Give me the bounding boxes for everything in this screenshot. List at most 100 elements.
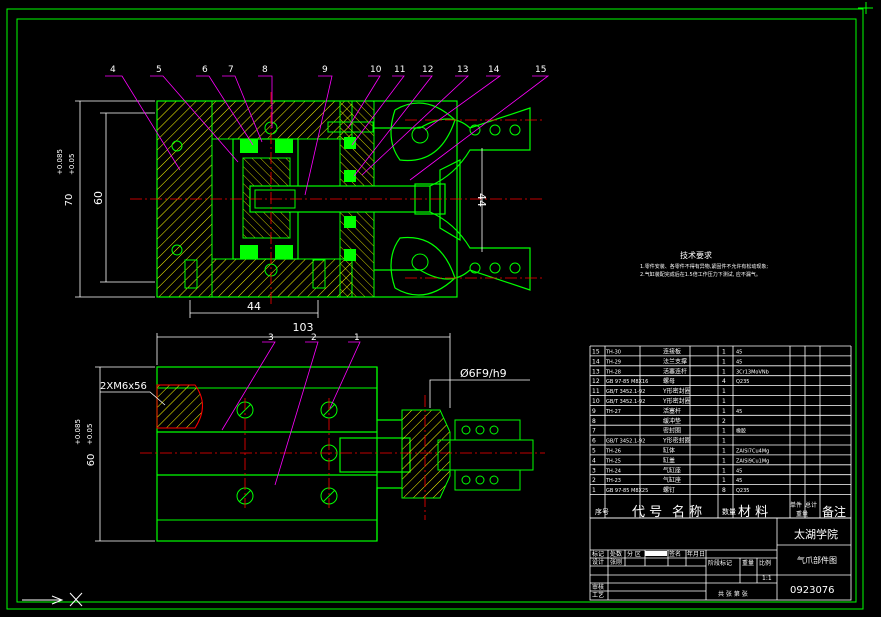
callout-12: 12	[422, 65, 433, 75]
tb-weight: 重量	[742, 559, 754, 567]
bom-cell: 螺钉	[663, 486, 675, 494]
bom-cell: 1	[722, 438, 726, 445]
callout-13: 13	[457, 65, 468, 75]
dim-bore-44: 44	[475, 193, 488, 207]
bom-cell: 3	[592, 467, 596, 474]
bom-header-remark: 备注	[822, 504, 846, 519]
tb-scale: 比例	[759, 559, 771, 567]
bom-cell: 13	[592, 368, 600, 375]
dim-fit: Ø6F9/h9	[460, 367, 507, 380]
tb-review: 审核	[592, 583, 604, 591]
bom-cell: 7	[592, 428, 596, 435]
bom-cell: Q235	[736, 488, 749, 494]
bom-cell: 1	[722, 368, 726, 375]
bom-cell: 45	[736, 350, 742, 356]
bom-header-seq: 序号	[595, 507, 609, 516]
dimension-lines-bottom	[95, 333, 530, 542]
bom-cell: 气缸座	[663, 476, 681, 484]
bom-cell: ZAlSi7Cu4Mg	[736, 449, 769, 455]
bom-cell: Y形密封圈	[662, 437, 691, 445]
section-leaders	[221, 341, 361, 486]
dim-lower-tol-upper: +0.085	[74, 419, 82, 445]
dim-tol-upper: +0.085	[56, 149, 64, 175]
bom-cell: 缸体	[663, 447, 675, 455]
bom-cell: Q235	[736, 379, 749, 385]
bom-cell: GB 97-85 M8X16	[606, 379, 648, 385]
dim-height-60: 60	[92, 191, 105, 205]
bom-cell: 螺母	[663, 377, 675, 385]
bom-cell: 1	[722, 448, 726, 455]
callout-4: 4	[110, 65, 116, 75]
bom-cell: 45	[736, 478, 742, 484]
bom-cell: 45	[736, 359, 742, 365]
bom-header-qty: 数量	[722, 507, 736, 516]
bom-cell: 橡胶	[736, 428, 746, 435]
callout-2: 2	[311, 333, 317, 343]
bom-cell: TH-28	[605, 369, 621, 375]
bom-cell: 2	[722, 418, 726, 425]
callout-labels: 4 5 6 7 8 9 10 11 12 13 14 15	[110, 65, 546, 75]
bom-cell: 45	[736, 409, 742, 415]
bom-cell: 6	[592, 438, 596, 445]
callout-7: 7	[228, 65, 234, 75]
bom-cell: Y形密封圈	[662, 397, 691, 405]
bom-header-name: 名 称	[672, 504, 702, 520]
bom-cell: 密封圈	[663, 427, 681, 435]
bom-cell: 1	[722, 349, 726, 356]
bom-cell: TH-29	[605, 359, 621, 365]
bom-cell: 3Cr13MoVNb	[736, 369, 769, 375]
bom-cell: TH-26	[605, 449, 621, 455]
dim-base-44: 44	[247, 300, 261, 313]
bom-table: 15 TH-30 连接板 1 4514 TH-29 法兰支撑 1 4513 TH-28 活塞连杆 1 3…	[589, 345, 852, 520]
callout-5: 5	[156, 65, 162, 75]
bom-cell: 1	[722, 428, 726, 435]
bom-cell: 8	[592, 418, 596, 425]
bom-cell: 15	[592, 349, 600, 356]
bom-cell: 1	[722, 408, 726, 415]
tb-scale-value: 1:1	[762, 575, 772, 582]
bom-cell: ZAlSi9Cu1Mg	[736, 458, 769, 464]
bom-cell: 14	[592, 358, 600, 365]
cylinder-wall-bottom	[211, 258, 353, 298]
bom-cell: 2	[592, 477, 596, 484]
tb-drawing-name: 气爪部件图	[797, 555, 837, 565]
bom-cell: 1	[722, 467, 726, 474]
tb-stage: 阶段标记	[708, 559, 732, 567]
bom-cell: GB/T 3452.1-92	[606, 399, 645, 405]
bom-cell: 12	[592, 378, 600, 385]
notes-title: 技术要求	[680, 250, 712, 260]
outer-border	[6, 8, 864, 610]
cylinder-wall-top	[211, 100, 353, 140]
dim-lower-tol-lower: +0.05	[86, 424, 94, 445]
bom-cell: 1	[722, 388, 726, 395]
callout-10: 10	[370, 65, 382, 75]
bom-cell: 连接板	[663, 348, 681, 356]
bom-cell: 4	[722, 378, 726, 385]
bom-cell: 法兰支撑	[663, 357, 687, 365]
callout-9: 9	[322, 65, 328, 75]
callout-14: 14	[488, 65, 500, 75]
bom-cell: 1	[592, 487, 596, 494]
notes-line-1: 1.零件安装、各零件不得有异物,紧固件不允许有松动现象;	[640, 263, 768, 270]
tb-design: 设计	[592, 558, 604, 566]
title-block: 标记 处数 分 区 签名 年月日 设计 张刚 阶段标记 重量 比例 1:1 审核…	[589, 517, 852, 601]
dim-height-70: 70	[64, 194, 75, 207]
tb-school: 太湖学院	[794, 527, 838, 541]
dim-lower-height: 60	[86, 454, 97, 467]
bom-cell: 活塞杆	[663, 407, 681, 415]
tb-sheets: 共 张 第 张	[718, 590, 748, 598]
tb-process: 工艺	[592, 591, 604, 599]
bom-cell: TH-23	[605, 478, 621, 484]
top-view: 103 2XM6x56 Ø6F9/h9 60 +0.085 +0.05 3 2 …	[74, 321, 545, 542]
tb-date: 年月日	[687, 550, 705, 558]
bom-cell: 1	[722, 477, 726, 484]
bom-cell: 缸盖	[663, 456, 675, 464]
front-section-view: 70 +0.085 +0.05 60 44 44 4 5 6 7 8 9 10 …	[56, 65, 550, 318]
bom-cell: TH-25	[605, 458, 621, 464]
tb-zone: 分 区	[627, 550, 641, 558]
bom-cell: TH-27	[605, 409, 621, 415]
cad-drawing: 70 +0.085 +0.05 60 44 44 4 5 6 7 8 9 10 …	[6, 2, 873, 610]
bom-cell: TH-24	[605, 468, 621, 474]
bom-cell: 9	[592, 408, 596, 415]
callout-3: 3	[268, 333, 274, 343]
